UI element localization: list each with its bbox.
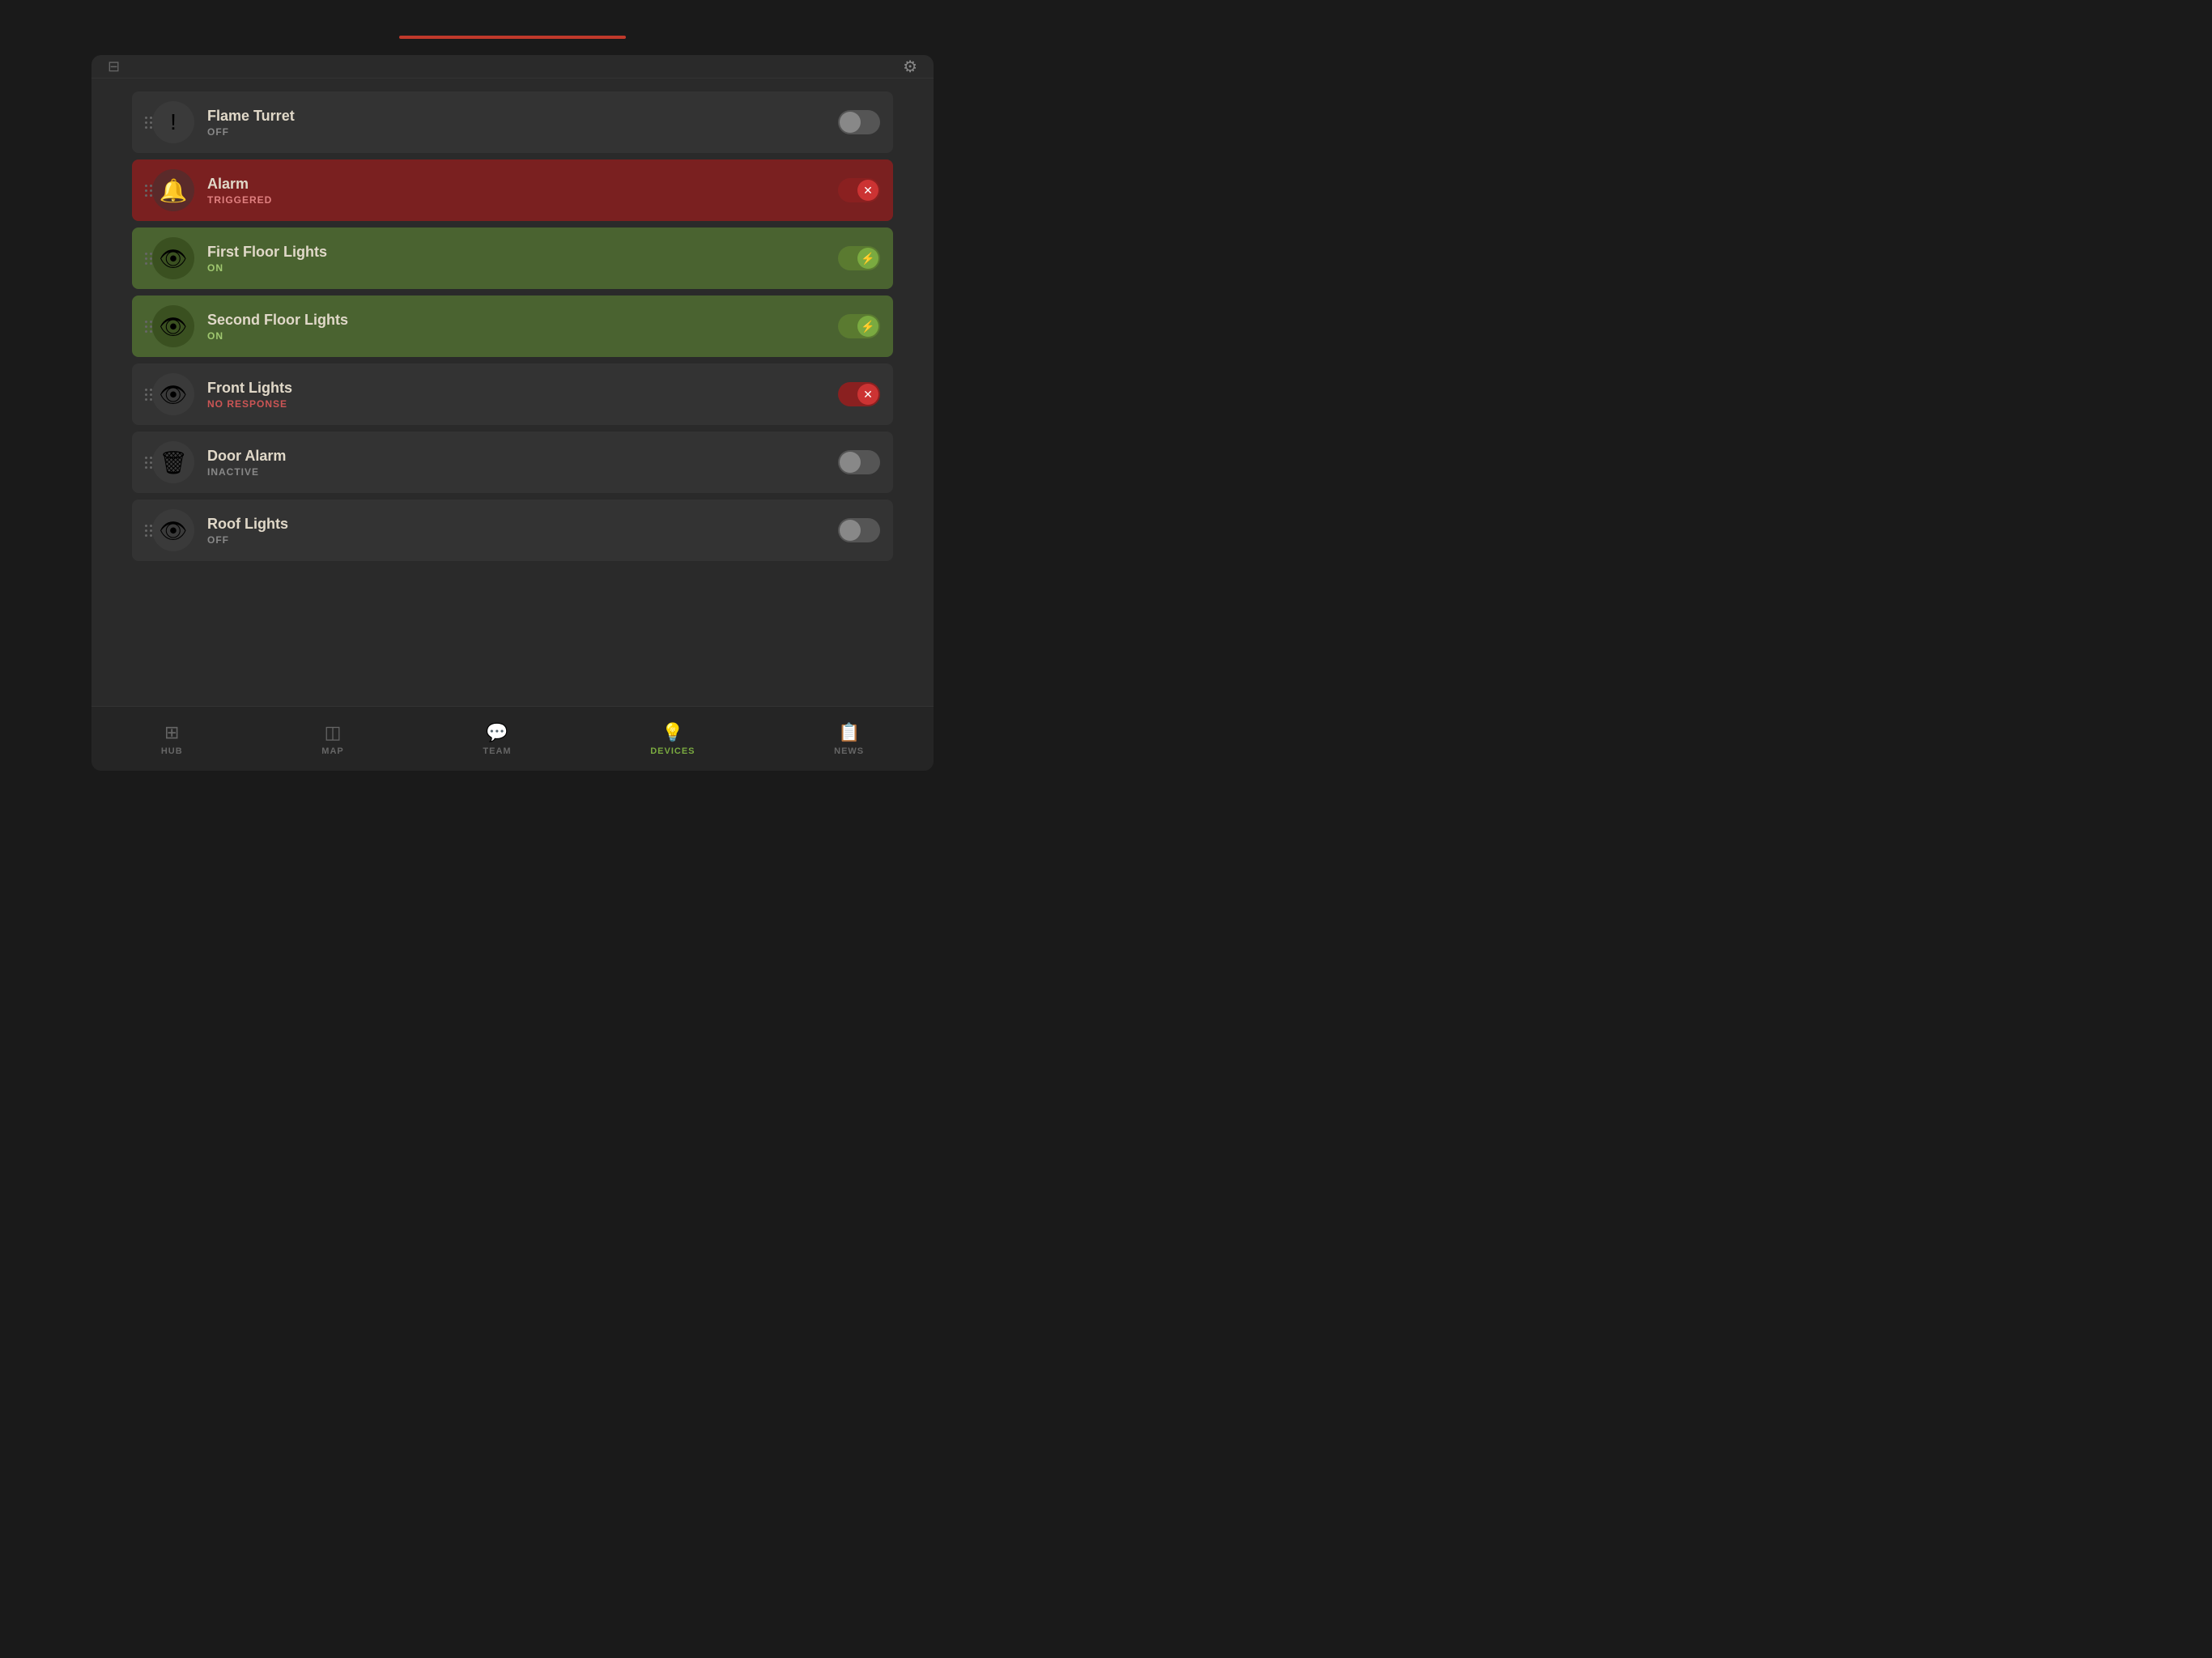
device-toggle-front-lights[interactable]: ✕	[838, 382, 880, 406]
device-info-second-floor-lights: Second Floor Lights ON	[207, 312, 838, 342]
server-icon: ⊟	[108, 58, 120, 75]
nav-item-devices[interactable]: 💡 DEVICES	[634, 716, 711, 763]
device-info-alarm: Alarm TRIGGERED	[207, 176, 838, 206]
device-status-first-floor-lights: ON	[207, 262, 838, 274]
device-status-door-alarm: INACTIVE	[207, 466, 838, 478]
drag-handle-first-floor-lights	[145, 253, 152, 265]
drag-handle-flame-turret	[145, 117, 152, 129]
device-name-second-floor-lights: Second Floor Lights	[207, 312, 838, 329]
device-name-roof-lights: Roof Lights	[207, 516, 838, 533]
device-row-front-lights: 👁 Front Lights NO RESPONSE ✕	[132, 363, 893, 425]
toggle-knob-second-floor-lights: ⚡	[857, 316, 878, 337]
device-status-second-floor-lights: ON	[207, 330, 838, 342]
team-nav-icon: 💬	[486, 722, 508, 743]
device-row-alarm: 🔔 Alarm TRIGGERED ✕	[132, 159, 893, 221]
device-info-flame-turret: Flame Turret OFF	[207, 108, 838, 138]
title-underline	[399, 36, 626, 39]
device-info-door-alarm: Door Alarm INACTIVE	[207, 448, 838, 478]
toggle-knob-flame-turret	[840, 112, 861, 133]
device-info-front-lights: Front Lights NO RESPONSE	[207, 380, 838, 410]
device-status-alarm: TRIGGERED	[207, 194, 838, 206]
device-name-alarm: Alarm	[207, 176, 838, 193]
device-toggle-door-alarm[interactable]	[838, 450, 880, 474]
device-row-door-alarm: 🗑 Door Alarm INACTIVE	[132, 432, 893, 493]
device-toggle-alarm[interactable]: ✕	[838, 178, 880, 202]
settings-icon[interactable]: ⚙	[903, 57, 917, 77]
device-row-second-floor-lights: 👁 Second Floor Lights ON ⚡	[132, 295, 893, 357]
device-icon-front-lights: 👁	[152, 373, 194, 415]
nav-item-team[interactable]: 💬 TEAM	[466, 716, 527, 763]
device-row-flame-turret: ! Flame Turret OFF	[132, 91, 893, 153]
devices-nav-icon: 💡	[661, 722, 683, 743]
toggle-knob-roof-lights	[840, 520, 861, 541]
device-icon-flame-turret: !	[152, 101, 194, 143]
device-icon-roof-lights: 👁	[152, 509, 194, 551]
hub-nav-label: HUB	[161, 746, 183, 756]
toggle-knob-alarm: ✕	[857, 180, 878, 201]
device-toggle-roof-lights[interactable]	[838, 518, 880, 542]
nav-item-map[interactable]: ◫ MAP	[305, 716, 359, 763]
team-nav-label: TEAM	[483, 746, 511, 756]
drag-handle-door-alarm	[145, 457, 152, 469]
device-name-front-lights: Front Lights	[207, 380, 838, 397]
hub-nav-icon: ⊞	[164, 722, 179, 743]
device-icon-second-floor-lights: 👁	[152, 305, 194, 347]
device-name-door-alarm: Door Alarm	[207, 448, 838, 465]
device-icon-door-alarm: 🗑	[152, 441, 194, 483]
device-toggle-first-floor-lights[interactable]: ⚡	[838, 246, 880, 270]
device-status-front-lights: NO RESPONSE	[207, 398, 838, 410]
toggle-knob-first-floor-lights: ⚡	[857, 248, 878, 269]
device-info-roof-lights: Roof Lights OFF	[207, 516, 838, 546]
device-name-first-floor-lights: First Floor Lights	[207, 244, 838, 261]
map-nav-icon: ◫	[325, 722, 342, 743]
devices-nav-label: DEVICES	[650, 746, 695, 756]
devices-list: ! Flame Turret OFF 🔔 Alarm TRIGGERED ✕	[91, 79, 934, 706]
device-toggle-flame-turret[interactable]	[838, 110, 880, 134]
device-status-flame-turret: OFF	[207, 126, 838, 138]
news-nav-icon: 📋	[838, 722, 860, 743]
device-row-roof-lights: 👁 Roof Lights OFF	[132, 500, 893, 561]
bottom-nav: ⊞ HUB ◫ MAP 💬 TEAM 💡 DEVICES 📋 NEWS	[91, 706, 934, 771]
nav-item-news[interactable]: 📋 NEWS	[818, 716, 880, 763]
toggle-knob-front-lights: ✕	[857, 384, 878, 405]
map-nav-label: MAP	[321, 746, 343, 756]
device-info-first-floor-lights: First Floor Lights ON	[207, 244, 838, 274]
device-toggle-second-floor-lights[interactable]: ⚡	[838, 314, 880, 338]
device-name-flame-turret: Flame Turret	[207, 108, 838, 125]
device-icon-alarm: 🔔	[152, 169, 194, 211]
news-nav-label: NEWS	[834, 746, 864, 756]
device-row-first-floor-lights: 👁 First Floor Lights ON ⚡	[132, 227, 893, 289]
drag-handle-alarm	[145, 185, 152, 197]
drag-handle-second-floor-lights	[145, 321, 152, 333]
drag-handle-front-lights	[145, 389, 152, 401]
main-panel: ⊟ ⚙ ! Flame Turret OFF 🔔 Alarm TRIGGERE	[91, 55, 934, 771]
device-icon-first-floor-lights: 👁	[152, 237, 194, 279]
drag-handle-roof-lights	[145, 525, 152, 537]
toggle-knob-door-alarm	[840, 452, 861, 473]
device-status-roof-lights: OFF	[207, 534, 838, 546]
nav-item-hub[interactable]: ⊞ HUB	[145, 716, 199, 763]
panel-header: ⊟ ⚙	[91, 55, 934, 79]
